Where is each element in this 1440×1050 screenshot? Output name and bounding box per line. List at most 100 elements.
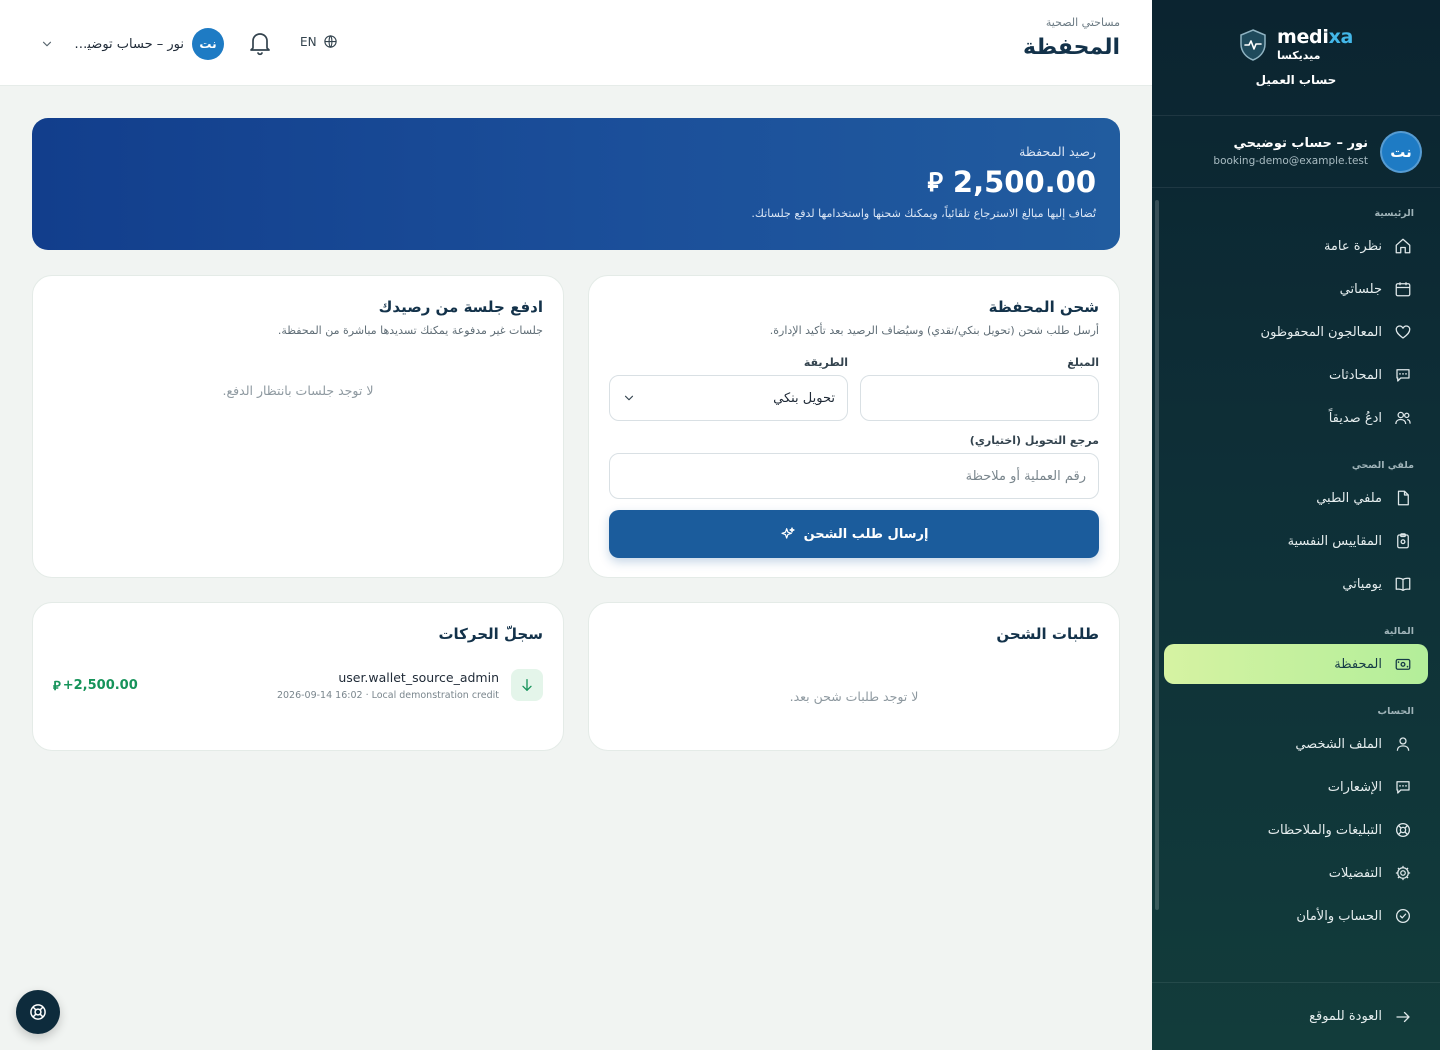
topup-card: شحن المحفظة أرسل طلب شحن (تحويل بنكي/نقد… [588, 275, 1120, 578]
avatar: نت [1380, 130, 1422, 173]
balance-value: 2,500.00 [952, 165, 1096, 199]
sidebar-item-profile[interactable]: الملف الشخصي [1164, 724, 1428, 764]
user-name: نور – حساب توضيحي [1233, 136, 1368, 151]
txn-amount-value: +2,500.00 [62, 677, 138, 693]
sidebar-scrollbar[interactable] [1154, 190, 1160, 980]
file-icon [1397, 490, 1409, 506]
language-switch[interactable]: EN [300, 34, 338, 49]
amount-input[interactable] [860, 375, 1099, 421]
sidebar-item-wallet[interactable]: المحفظة [1164, 644, 1428, 684]
riyal-icon: ⃁ [927, 167, 943, 198]
heart-icon [1395, 325, 1411, 339]
topup-subtitle: أرسل طلب شحن (تحويل بنكي/نقدي) وسيُضاف ا… [769, 324, 1099, 337]
avatar: نت [192, 28, 224, 60]
sidebar-item-saved-therapists[interactable]: المعالجون المحفوظون [1164, 312, 1428, 352]
brand-block: medixa ميديكسا حساب العميل [1152, 0, 1440, 116]
shield-pulse-icon [1240, 28, 1266, 61]
user-email: booking-demo@example.test [1213, 155, 1368, 167]
brand-logo-link[interactable]: medixa ميديكسا [1239, 28, 1353, 61]
sidebar-item-journal[interactable]: يومياتي [1164, 564, 1428, 604]
chevron-down-icon [42, 41, 52, 47]
scrollbar-thumb[interactable] [1155, 200, 1159, 910]
wallet-icon [1395, 658, 1411, 670]
reference-placeholder: رقم العملية أو ملاحظة [965, 468, 1086, 484]
user-menu-button[interactable]: نور – حساب توضيحي نت [40, 28, 224, 60]
list-item: user.wallet_source_admin 2026-09-14 16:0… [53, 669, 543, 701]
sidebar: medixa ميديكسا حساب العميل نت نور – حساب… [1152, 0, 1440, 1050]
transactions-card: سجلّ الحركات user.wallet_source_admin 20… [32, 602, 564, 751]
sidebar-item-label: المحفظة [1334, 656, 1382, 672]
txn-meta: 2026-09-14 16:02 · Local demonstration c… [276, 689, 499, 701]
language-label: EN [300, 34, 317, 49]
sidebar-item-invite-friend[interactable]: ادعُ صديقاً [1164, 398, 1428, 438]
sidebar-item-reports[interactable]: التبليغات والملاحظات [1164, 810, 1428, 850]
reference-input[interactable]: رقم العملية أو ملاحظة [609, 453, 1099, 499]
section-title-finance: المالية [1384, 626, 1414, 637]
sidebar-item-security[interactable]: الحساب والأمان [1164, 896, 1428, 936]
riyal-icon: ⃁ [53, 678, 61, 694]
sidebar-item-label: الحساب والأمان [1296, 908, 1382, 924]
sidebar-item-label: جلساتي [1339, 281, 1382, 297]
balance-label: رصيد المحفظة [1019, 144, 1096, 159]
sparkles-icon [780, 527, 795, 539]
sidebar-item-label: المحادثات [1328, 367, 1382, 383]
brand-name-en: medixa [1276, 26, 1354, 48]
topup-requests-card: طلبات الشحن لا توجد طلبات شحن بعد. [588, 602, 1120, 751]
txn-type-badge [511, 669, 543, 701]
submit-topup-button[interactable]: إرسال طلب الشحن [609, 510, 1099, 558]
sidebar-item-notifications[interactable]: الإشعارات [1164, 767, 1428, 807]
help-fab[interactable] [16, 990, 60, 1034]
sidebar-item-label: ملفي الطبي [1316, 490, 1382, 506]
sidebar-item-conversations[interactable]: المحادثات [1164, 355, 1428, 395]
calendar-icon [1395, 282, 1411, 297]
sidebar-item-preferences[interactable]: التفضيلات [1164, 853, 1428, 893]
submit-topup-label: إرسال طلب الشحن [803, 526, 929, 542]
sidebar-item-label: التفضيلات [1328, 865, 1382, 881]
gear-icon [1395, 865, 1411, 881]
arrow-down-icon [522, 679, 532, 691]
breadcrumb[interactable]: مساحتي الصحية [1023, 16, 1120, 29]
sidebar-item-overview[interactable]: نظرة عامة [1164, 226, 1428, 266]
arrow-right-icon [1396, 1011, 1410, 1022]
topup-requests-empty: لا توجد طلبات شحن بعد. [789, 689, 919, 704]
topup-title: شحن المحفظة [988, 298, 1099, 316]
sidebar-item-label: الإشعارات [1327, 779, 1382, 795]
message-icon [1396, 781, 1410, 794]
top-header: مساحتي الصحية المحفظة نور – حساب توضيحي … [0, 0, 1152, 86]
sidebar-item-label: يومياتي [1342, 576, 1382, 592]
pay-session-subtitle: جلسات غير مدفوعة يمكنك تسديدها مباشرة من… [277, 324, 543, 337]
lifebuoy-icon [30, 1004, 46, 1020]
account-type-label: حساب العميل [1255, 73, 1337, 87]
book-icon [1395, 577, 1411, 592]
sidebar-item-psych-scales[interactable]: المقاييس النفسية [1164, 521, 1428, 561]
back-to-site-link[interactable]: العودة للموقع [1152, 982, 1440, 1050]
user-chip-name: نور – حساب توضيحي [72, 36, 184, 52]
sidebar-item-medical-file[interactable]: ملفي الطبي [1164, 478, 1428, 518]
sidebar-item-sessions[interactable]: جلساتي [1164, 269, 1428, 309]
sidebar-item-label: ادعُ صديقاً [1328, 410, 1382, 426]
notifications-button[interactable] [248, 30, 272, 60]
pay-session-title: ادفع جلسة من رصيدك [378, 298, 543, 316]
sidebar-user-card[interactable]: نت نور – حساب توضيحي booking-demo@exampl… [1152, 116, 1440, 188]
method-select[interactable]: تحويل بنكي [609, 375, 848, 421]
amount-label: المبلغ [1067, 356, 1099, 369]
globe-icon [323, 35, 337, 48]
page-title: المحفظة [1022, 35, 1120, 60]
pay-session-card: ادفع جلسة من رصيدك جلسات غير مدفوعة يمكن… [32, 275, 564, 578]
method-value: تحويل بنكي [773, 390, 835, 406]
user-icon [1396, 737, 1410, 751]
sidebar-item-label: المعالجون المحفوظون [1260, 324, 1382, 340]
sidebar-item-label: الملف الشخصي [1295, 736, 1382, 752]
section-title-health: ملفي الصحي [1351, 460, 1414, 471]
txn-source: user.wallet_source_admin [338, 669, 499, 685]
back-to-site-label: العودة للموقع [1309, 1009, 1382, 1024]
brand-name-ar: ميديكسا [1276, 49, 1321, 62]
lifebuoy-icon [1395, 822, 1411, 838]
home-icon [1395, 238, 1411, 254]
users-icon [1395, 411, 1411, 425]
transactions-title: سجلّ الحركات [438, 625, 543, 643]
bell-icon [250, 33, 270, 56]
sidebar-item-label: التبليغات والملاحظات [1267, 822, 1382, 838]
main-content: رصيد المحفظة 2,500.00 ⃁ تُضاف إليها مبال… [0, 86, 1152, 1050]
balance-amount: 2,500.00 ⃁ [56, 165, 1096, 199]
